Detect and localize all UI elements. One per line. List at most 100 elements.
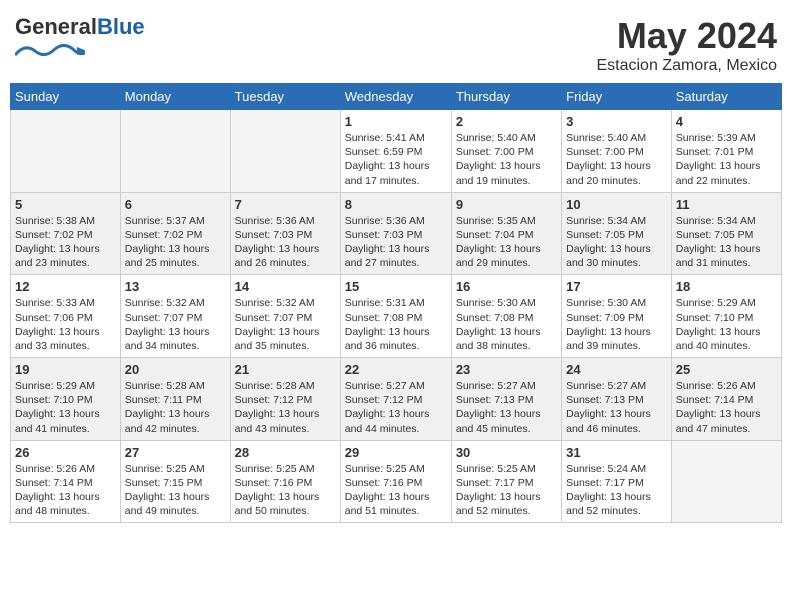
day-info: Sunrise: 5:28 AMSunset: 7:12 PMDaylight:… bbox=[235, 379, 336, 436]
logo-general: General bbox=[15, 14, 97, 39]
day-info: Sunrise: 5:24 AMSunset: 7:17 PMDaylight:… bbox=[566, 462, 667, 519]
calendar-cell: 31Sunrise: 5:24 AMSunset: 7:17 PMDayligh… bbox=[562, 440, 672, 523]
calendar-cell: 23Sunrise: 5:27 AMSunset: 7:13 PMDayligh… bbox=[451, 358, 561, 441]
day-info: Sunrise: 5:27 AMSunset: 7:13 PMDaylight:… bbox=[566, 379, 667, 436]
calendar-cell: 13 Sunrise: 5:32 AMSunset: 7:07 PMDayligh… bbox=[120, 275, 230, 358]
calendar-cell: 21 Sunrise: 5:28 AMSunset: 7:12 PMDayligh… bbox=[230, 358, 340, 441]
calendar-cell: 6 Sunrise: 5:37 AMSunset: 7:02 PMDaylight… bbox=[120, 192, 230, 275]
page-header: GeneralBlue May 2024 Estacion Zamora, Me… bbox=[10, 10, 782, 75]
day-number: 19 bbox=[15, 362, 116, 377]
day-info: Sunrise: 5:25 AMSunset: 7:16 PMDaylight:… bbox=[345, 462, 447, 519]
calendar-cell: 22 Sunrise: 5:27 AMSunset: 7:12 PMDayligh… bbox=[340, 358, 451, 441]
day-info: Sunrise: 5:40 AMSunset: 7:00 PMDaylight:… bbox=[456, 131, 557, 188]
day-info: Sunrise: 5:25 AMSunset: 7:16 PMDaylight:… bbox=[235, 462, 336, 519]
day-number: 18 bbox=[676, 279, 777, 294]
day-of-week-header: Tuesday bbox=[230, 84, 340, 110]
calendar-cell: 16 Sunrise: 5:30 AMSunset: 7:08 PMDayligh… bbox=[451, 275, 561, 358]
calendar-cell: 28Sunrise: 5:25 AMSunset: 7:16 PMDayligh… bbox=[230, 440, 340, 523]
day-info: Sunrise: 5:39 AMSunset: 7:01 PMDaylight:… bbox=[676, 131, 777, 188]
day-number: 5 bbox=[15, 197, 116, 212]
day-number: 26 bbox=[15, 445, 116, 460]
day-number: 8 bbox=[345, 197, 447, 212]
day-info: Sunrise: 5:25 AMSunset: 7:15 PMDaylight:… bbox=[125, 462, 226, 519]
day-info: Sunrise: 5:34 AMSunset: 7:05 PMDaylight:… bbox=[566, 214, 667, 271]
calendar-cell: 19 Sunrise: 5:29 AMSunset: 7:10 PMDayligh… bbox=[11, 358, 121, 441]
title-block: May 2024 Estacion Zamora, Mexico bbox=[596, 15, 777, 75]
week-row: 5 Sunrise: 5:38 AMSunset: 7:02 PMDaylight… bbox=[11, 192, 782, 275]
day-number: 3 bbox=[566, 114, 667, 129]
calendar-cell: 24 Sunrise: 5:27 AMSunset: 7:13 PMDayligh… bbox=[562, 358, 672, 441]
calendar-table: SundayMondayTuesdayWednesdayThursdayFrid… bbox=[10, 83, 782, 523]
day-info: Sunrise: 5:37 AMSunset: 7:02 PMDaylight:… bbox=[125, 214, 226, 271]
calendar-header-row: SundayMondayTuesdayWednesdayThursdayFrid… bbox=[11, 84, 782, 110]
day-info: Sunrise: 5:41 AMSunset: 6:59 PMDaylight:… bbox=[345, 131, 447, 188]
day-number: 12 bbox=[15, 279, 116, 294]
week-row: 1 Sunrise: 5:41 AMSunset: 6:59 PMDaylight… bbox=[11, 110, 782, 193]
calendar-cell: 12 Sunrise: 5:33 AMSunset: 7:06 PMDayligh… bbox=[11, 275, 121, 358]
day-info: Sunrise: 5:38 AMSunset: 7:02 PMDaylight:… bbox=[15, 214, 116, 271]
calendar-cell: 29 Sunrise: 5:25 AMSunset: 7:16 PMDayligh… bbox=[340, 440, 451, 523]
day-of-week-header: Thursday bbox=[451, 84, 561, 110]
day-number: 6 bbox=[125, 197, 226, 212]
calendar-cell: 25 Sunrise: 5:26 AMSunset: 7:14 PMDayligh… bbox=[671, 358, 781, 441]
calendar-cell: 3Sunrise: 5:40 AMSunset: 7:00 PMDaylight… bbox=[562, 110, 672, 193]
week-row: 19 Sunrise: 5:29 AMSunset: 7:10 PMDayligh… bbox=[11, 358, 782, 441]
calendar-cell: 26 Sunrise: 5:26 AMSunset: 7:14 PMDayligh… bbox=[11, 440, 121, 523]
logo: GeneralBlue bbox=[15, 15, 145, 59]
logo-icon bbox=[15, 41, 85, 59]
calendar-cell: 10 Sunrise: 5:34 AMSunset: 7:05 PMDayligh… bbox=[562, 192, 672, 275]
day-number: 15 bbox=[345, 279, 447, 294]
day-number: 25 bbox=[676, 362, 777, 377]
day-info: Sunrise: 5:25 AMSunset: 7:17 PMDaylight:… bbox=[456, 462, 557, 519]
calendar-cell: 18 Sunrise: 5:29 AMSunset: 7:10 PMDayligh… bbox=[671, 275, 781, 358]
day-info: Sunrise: 5:36 AMSunset: 7:03 PMDaylight:… bbox=[345, 214, 447, 271]
day-info: Sunrise: 5:30 AMSunset: 7:08 PMDaylight:… bbox=[456, 296, 557, 353]
calendar-cell: 15Sunrise: 5:31 AMSunset: 7:08 PMDayligh… bbox=[340, 275, 451, 358]
day-info: Sunrise: 5:32 AMSunset: 7:07 PMDaylight:… bbox=[235, 296, 336, 353]
calendar-cell: 9Sunrise: 5:35 AMSunset: 7:04 PMDaylight… bbox=[451, 192, 561, 275]
calendar-cell: 27 Sunrise: 5:25 AMSunset: 7:15 PMDayligh… bbox=[120, 440, 230, 523]
week-row: 26 Sunrise: 5:26 AMSunset: 7:14 PMDayligh… bbox=[11, 440, 782, 523]
calendar-cell: 14 Sunrise: 5:32 AMSunset: 7:07 PMDayligh… bbox=[230, 275, 340, 358]
day-info: Sunrise: 5:29 AMSunset: 7:10 PMDaylight:… bbox=[676, 296, 777, 353]
day-number: 27 bbox=[125, 445, 226, 460]
day-number: 9 bbox=[456, 197, 557, 212]
day-number: 13 bbox=[125, 279, 226, 294]
calendar-cell bbox=[11, 110, 121, 193]
day-of-week-header: Wednesday bbox=[340, 84, 451, 110]
day-info: Sunrise: 5:27 AMSunset: 7:12 PMDaylight:… bbox=[345, 379, 447, 436]
day-of-week-header: Monday bbox=[120, 84, 230, 110]
day-info: Sunrise: 5:28 AMSunset: 7:11 PMDaylight:… bbox=[125, 379, 226, 436]
calendar-cell: 17Sunrise: 5:30 AMSunset: 7:09 PMDayligh… bbox=[562, 275, 672, 358]
day-number: 30 bbox=[456, 445, 557, 460]
day-number: 20 bbox=[125, 362, 226, 377]
calendar-cell: 11 Sunrise: 5:34 AMSunset: 7:05 PMDayligh… bbox=[671, 192, 781, 275]
day-info: Sunrise: 5:26 AMSunset: 7:14 PMDaylight:… bbox=[15, 462, 116, 519]
day-number: 22 bbox=[345, 362, 447, 377]
calendar-cell: 20 Sunrise: 5:28 AMSunset: 7:11 PMDayligh… bbox=[120, 358, 230, 441]
day-info: Sunrise: 5:36 AMSunset: 7:03 PMDaylight:… bbox=[235, 214, 336, 271]
day-info: Sunrise: 5:33 AMSunset: 7:06 PMDaylight:… bbox=[15, 296, 116, 353]
calendar-cell bbox=[120, 110, 230, 193]
day-number: 21 bbox=[235, 362, 336, 377]
day-of-week-header: Friday bbox=[562, 84, 672, 110]
day-number: 16 bbox=[456, 279, 557, 294]
week-row: 12 Sunrise: 5:33 AMSunset: 7:06 PMDayligh… bbox=[11, 275, 782, 358]
day-info: Sunrise: 5:32 AMSunset: 7:07 PMDaylight:… bbox=[125, 296, 226, 353]
day-number: 14 bbox=[235, 279, 336, 294]
calendar-cell: 30 Sunrise: 5:25 AMSunset: 7:17 PMDayligh… bbox=[451, 440, 561, 523]
calendar-cell bbox=[230, 110, 340, 193]
day-info: Sunrise: 5:29 AMSunset: 7:10 PMDaylight:… bbox=[15, 379, 116, 436]
day-number: 10 bbox=[566, 197, 667, 212]
day-of-week-header: Sunday bbox=[11, 84, 121, 110]
day-number: 4 bbox=[676, 114, 777, 129]
day-number: 1 bbox=[345, 114, 447, 129]
day-number: 29 bbox=[345, 445, 447, 460]
calendar-cell: 1 Sunrise: 5:41 AMSunset: 6:59 PMDaylight… bbox=[340, 110, 451, 193]
calendar-cell: 2Sunrise: 5:40 AMSunset: 7:00 PMDaylight… bbox=[451, 110, 561, 193]
day-info: Sunrise: 5:26 AMSunset: 7:14 PMDaylight:… bbox=[676, 379, 777, 436]
day-number: 24 bbox=[566, 362, 667, 377]
day-info: Sunrise: 5:34 AMSunset: 7:05 PMDaylight:… bbox=[676, 214, 777, 271]
day-number: 17 bbox=[566, 279, 667, 294]
day-number: 11 bbox=[676, 197, 777, 212]
